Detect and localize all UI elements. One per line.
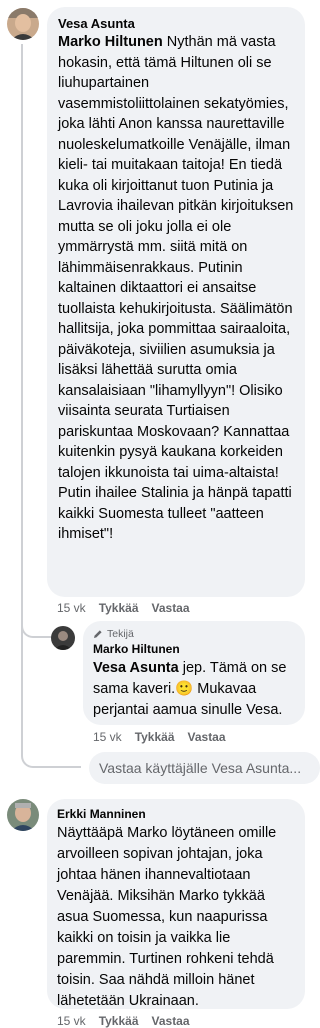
avatar[interactable]	[7, 799, 39, 831]
comment-actions: 15 vk Tykkää Vastaa	[57, 601, 190, 615]
mention-link[interactable]: Marko Hiltunen	[58, 34, 163, 50]
thread-line	[21, 44, 23, 744]
avatar[interactable]	[51, 626, 75, 650]
comment-actions: 15 vk Tykkää Vastaa	[93, 730, 226, 744]
reply-input[interactable]: Vastaa käyttäjälle Vesa Asunta...	[89, 752, 320, 784]
comment-text: Näyttääpä Marko löytäneen omille arvoill…	[57, 825, 277, 1009]
comment-text: Marko Hiltunen Nythän mä vasta hokasin, …	[58, 34, 294, 542]
comment-author[interactable]: Erkki Manninen	[57, 806, 295, 823]
comment-time[interactable]: 15 vk	[57, 601, 86, 615]
like-button[interactable]: Tykkää	[135, 730, 175, 744]
avatar[interactable]	[7, 8, 39, 40]
thread-branch	[21, 740, 81, 768]
comment-author[interactable]: Vesa Asunta	[58, 16, 294, 32]
comment-bubble: Vesa Asunta Marko Hiltunen Nythän mä vas…	[47, 7, 305, 597]
comment-author[interactable]: Marko Hiltunen	[93, 641, 295, 658]
reply-button[interactable]: Vastaa	[188, 730, 226, 744]
thread-branch	[21, 612, 51, 638]
comment-bubble: Tekijä Marko Hiltunen Vesa Asunta jep. T…	[83, 621, 305, 725]
pencil-icon	[94, 630, 102, 638]
smile-emoji-icon: 🙂	[175, 681, 194, 697]
reply-button[interactable]: Vastaa	[152, 601, 190, 615]
comment-time[interactable]: 15 vk	[93, 730, 122, 744]
author-badge: Tekijä	[93, 627, 295, 641]
like-button[interactable]: Tykkää	[99, 601, 139, 615]
comment-bubble: Erkki Manninen Näyttääpä Marko löytäneen…	[47, 799, 305, 1009]
mention-link[interactable]: Vesa Asunta	[93, 660, 179, 676]
comment-text: Vesa Asunta jep. Tämä on se sama kaveri.…	[93, 660, 287, 718]
